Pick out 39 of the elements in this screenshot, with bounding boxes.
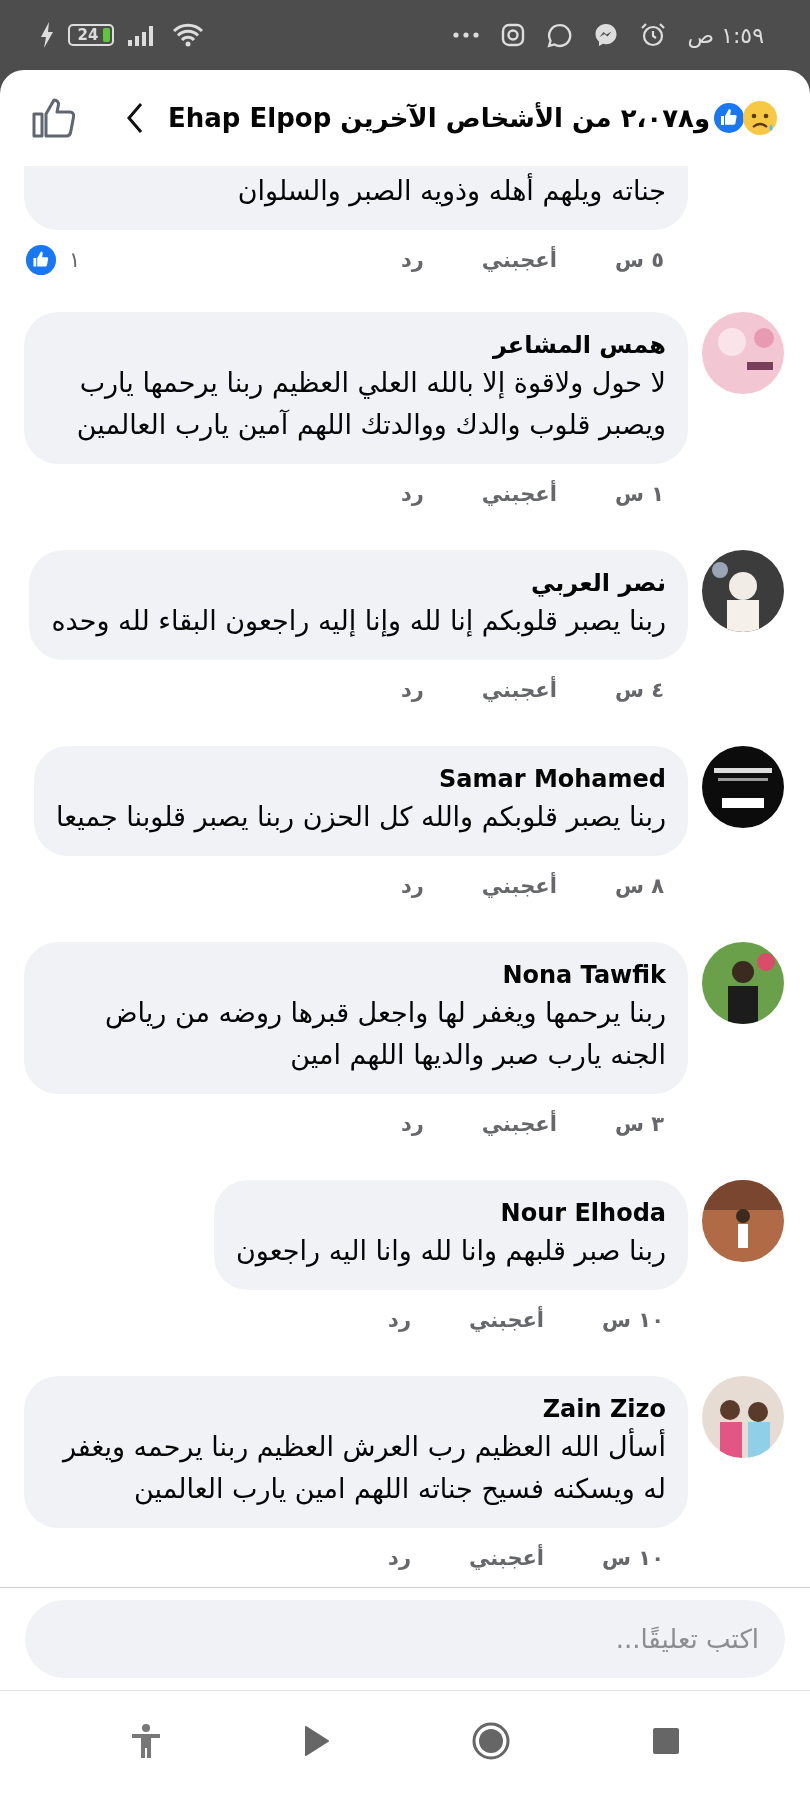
like-link[interactable]: أعجبني: [481, 482, 557, 506]
comment-time: ١٠ س: [602, 1546, 664, 1570]
like-link[interactable]: أعجبني: [481, 874, 557, 898]
commenter-name[interactable]: Samar Mohamed: [56, 762, 666, 796]
battery-icon: 24: [68, 24, 114, 46]
comment-time: ٤ س: [614, 678, 664, 702]
comment-text: أسأل الله العظيم رب العرش العظيم ربنا يرحمه ويغفر له ويسكنه فسيح جناته اللهم امين يارب العالمين: [46, 1426, 666, 1510]
comment-time: ٥ س: [614, 248, 664, 272]
comment-input[interactable]: اكتب تعليقًا...: [25, 1600, 785, 1678]
comment-time: ٨ س: [614, 874, 664, 898]
clock-time: ١:٥٩ ص: [687, 22, 764, 48]
commenter-name[interactable]: نصر العربي: [51, 566, 666, 600]
reaction-count: ١: [69, 248, 81, 272]
like-link[interactable]: أعجبني: [481, 678, 557, 702]
reply-link[interactable]: رد: [400, 874, 424, 898]
comment-text: ربنا يصبر قلوبكم والله كل الحزن ربنا يصبر قلوبنا جميعا: [56, 800, 666, 835]
like-link[interactable]: أعجبني: [481, 248, 557, 272]
like-link[interactable]: أعجبني: [481, 1112, 557, 1136]
comment-text: لا حول ولاقوة إلا بالله العلي العظيم ربنا يرحمها يارب ويصبر قلوب والدك ووالدتك اللهم آمين يارب العالمين: [75, 366, 666, 443]
comment-time: ١ س: [614, 482, 664, 506]
like-link[interactable]: أعجبني: [469, 1546, 545, 1570]
like-link[interactable]: أعجبني: [469, 1308, 545, 1332]
reactions-title[interactable]: و٢،٠٧٨ من الأشخاص الآخرين Ehap Elpop: [168, 103, 711, 133]
reply-link[interactable]: رد: [388, 1308, 411, 1332]
comment-text: ربنا يصبر قلوبكم إنا لله وإنا إليه راجعون البقاء لله وحده: [51, 604, 666, 639]
commenter-name[interactable]: همس المشاعر: [46, 328, 666, 362]
reply-link[interactable]: رد: [388, 1546, 411, 1570]
commenter-name[interactable]: Nour Elhoda: [236, 1196, 666, 1230]
reply-link[interactable]: رد: [400, 1112, 424, 1136]
reply-link[interactable]: رد: [400, 248, 424, 272]
comment-time: ٣ س: [614, 1112, 664, 1136]
commenter-name[interactable]: Zain Zizo: [46, 1392, 666, 1426]
reply-link[interactable]: رد: [400, 482, 424, 506]
reply-link[interactable]: رد: [400, 678, 424, 702]
comment-text: ربنا يرحمها ويغفر لها واجعل قبرها روضه من رياض الجنه يارب صبر والديها اللهم امين: [103, 996, 666, 1073]
comment-time: ١٠ س: [602, 1308, 664, 1332]
comment-text: جناته ويلهم أهله وذويه الصبر والسلوان: [236, 172, 666, 209]
commenter-name[interactable]: Nona Tawfik: [46, 958, 666, 992]
comment-text: ربنا صبر قلبهم وانا لله وانا اليه راجعون: [236, 1234, 666, 1269]
